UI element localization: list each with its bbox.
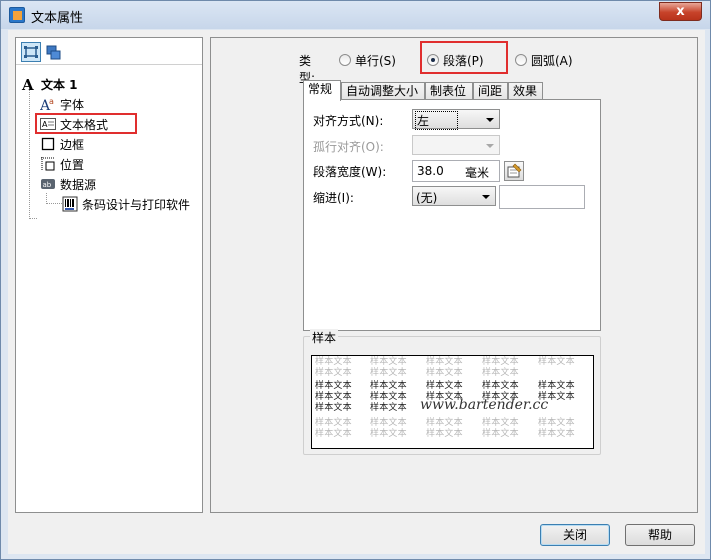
orphan-alignment-label: 孤行对齐(O):	[313, 140, 384, 154]
paragraph-width-unit: 毫米	[465, 166, 490, 180]
alignment-dropdown[interactable]: 左	[412, 109, 500, 130]
alignment-label: 对齐方式(N):	[313, 114, 384, 128]
close-button[interactable]: 关闭	[540, 524, 610, 546]
indent-amount-input[interactable]	[499, 185, 585, 209]
chevron-down-icon	[486, 118, 494, 122]
orphan-alignment-dropdown[interactable]	[412, 135, 500, 155]
radio-label: 圆弧(A)	[531, 54, 573, 68]
ruler-edit-icon	[507, 163, 522, 178]
window-title: 文本属性	[31, 11, 84, 26]
text-properties-dialog: 文本属性 x A 文本 1 A a 字体 A 文本格式 边框 位置 ab 数据源…	[0, 0, 711, 560]
chevron-down-icon	[482, 195, 490, 199]
alignment-value: 左	[414, 111, 459, 130]
close-window-button[interactable]: x	[659, 2, 702, 21]
indent-dropdown[interactable]: (无)	[412, 186, 496, 206]
tree-item-label: 数据源	[60, 178, 97, 192]
tab-auto-size[interactable]: 自动调整大小	[341, 82, 425, 100]
type-highlight	[420, 41, 508, 74]
measure-button[interactable]	[504, 161, 524, 181]
tree-item-label: 条码设计与打印软件	[82, 198, 191, 212]
svg-text:A: A	[21, 76, 34, 92]
app-icon	[9, 7, 25, 23]
position-icon	[40, 156, 56, 172]
text-object-icon: A	[21, 76, 37, 94]
paragraph-width-label: 段落宽度(W):	[313, 165, 387, 179]
tab-spacing[interactable]: 间距	[473, 82, 508, 100]
sample-preview: 样本文本 样本文本 样本文本 样本文本 样本文本 样本文本 样本文本 样本文本 样本文本 样本…	[311, 355, 594, 449]
toolbar-divider	[16, 64, 202, 65]
sample-group: 样本 样本文本 样本文本 样本文本 样本文本 样本文本 样本文本 样本文本 样本文本 样本文本…	[303, 329, 601, 455]
layers-icon	[46, 45, 61, 60]
datasource-icon: ab	[40, 176, 56, 192]
paragraph-width-value: 38.0	[417, 164, 444, 178]
sample-title: 样本	[310, 329, 339, 346]
radio-label: 单行(S)	[355, 54, 396, 68]
tab-general[interactable]: 常规	[303, 80, 341, 101]
barcode-icon	[62, 196, 78, 212]
chevron-down-icon	[486, 144, 494, 148]
tree-item-label: 字体	[60, 98, 85, 112]
tree-connector	[29, 84, 37, 219]
dialog-body: A 文本 1 Aa 字体 A 文本格式 边框 位置 ab 数据源 条码设计与打印…	[8, 30, 705, 554]
tree-item-label: 位置	[60, 158, 85, 172]
general-tab-content: 对齐方式(N): 左 孤行对齐(O): 段落宽度(W): 38.0 毫米 缩进(…	[303, 99, 601, 331]
help-button[interactable]: 帮助	[625, 524, 695, 546]
tab-tab-stops[interactable]: 制表位	[425, 82, 473, 100]
title-bar[interactable]: 文本属性 x	[1, 1, 710, 29]
radio-indicator	[339, 54, 351, 66]
indent-value: (无)	[416, 191, 438, 205]
border-icon	[40, 136, 56, 152]
tree-item-label: 边框	[60, 138, 85, 152]
single-object-view-button[interactable]	[21, 42, 41, 62]
tab-effects[interactable]: 效果	[508, 82, 543, 100]
svg-text:a: a	[49, 97, 54, 106]
svg-text:ab: ab	[43, 181, 52, 189]
font-icon: Aa	[39, 96, 56, 114]
indent-label: 缩进(I):	[313, 191, 354, 205]
watermark-text: www.bartender.cc	[420, 397, 549, 413]
selection-highlight	[35, 113, 137, 134]
multi-object-view-button[interactable]	[43, 42, 63, 62]
object-select-icon	[24, 46, 38, 58]
tree-item-label: 文本 1	[41, 78, 78, 92]
radio-indicator	[515, 54, 527, 66]
paragraph-width-input[interactable]: 38.0 毫米	[412, 160, 500, 182]
property-tree: A 文本 1 Aa 字体 A 文本格式 边框 位置 ab 数据源 条码设计与打印…	[15, 37, 203, 513]
text-format-panel: 类型: 单行(S) 段落(P) 圆弧(A) 常规 自动调整大小 制表位 间距 效…	[210, 37, 698, 513]
